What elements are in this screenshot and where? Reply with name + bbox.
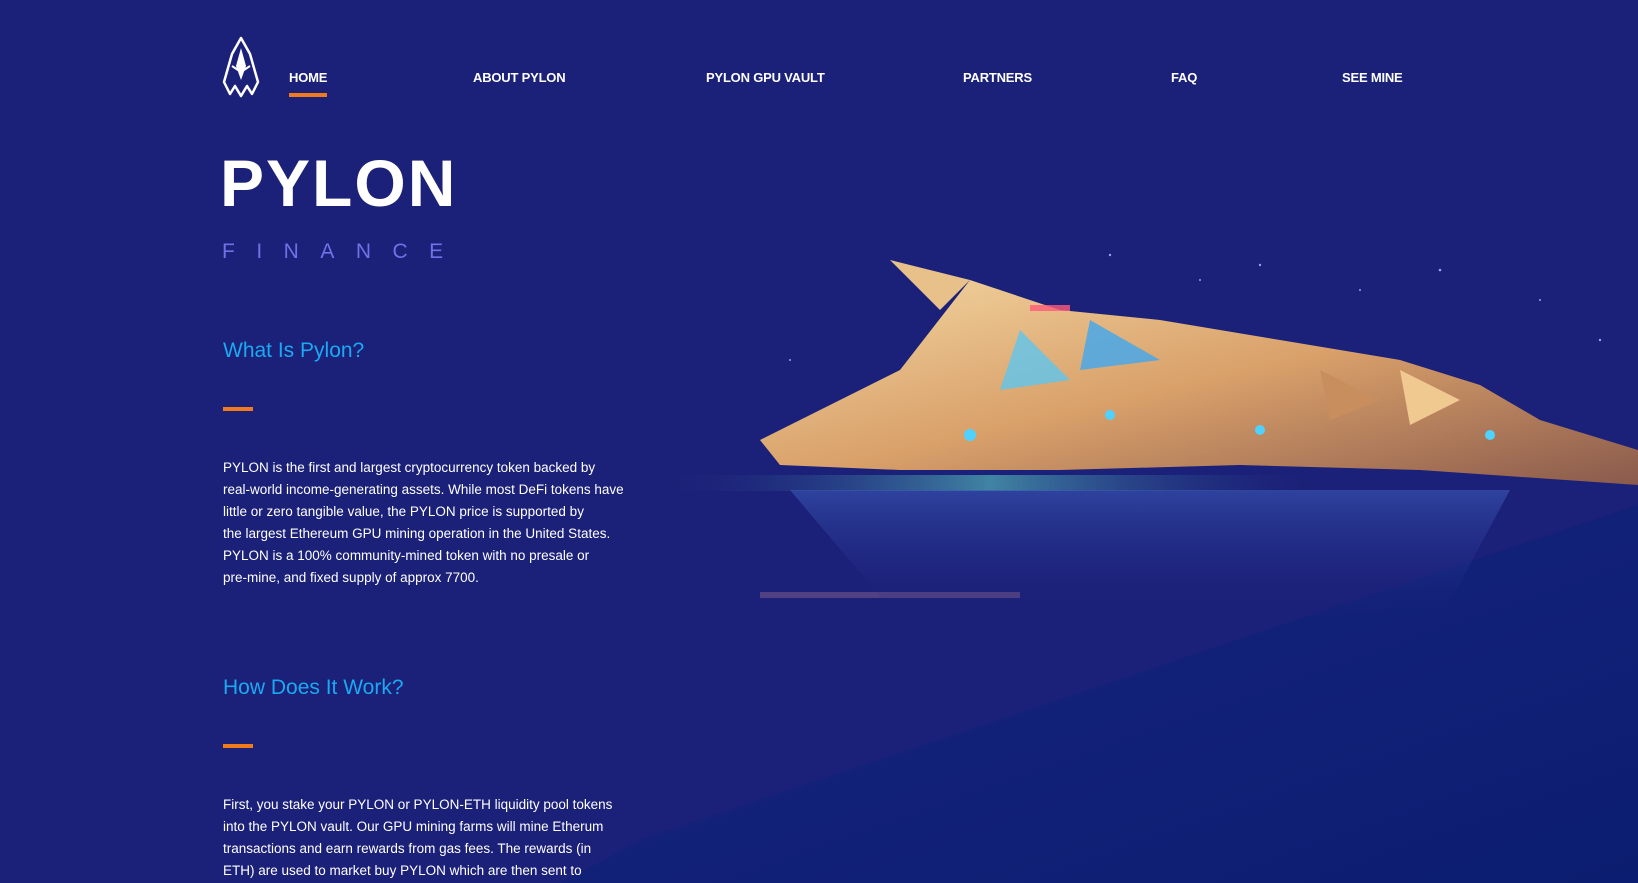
- brand-title: PYLON: [220, 146, 458, 220]
- nav-faq[interactable]: FAQ: [1171, 70, 1197, 85]
- pylon-ship-logo-icon[interactable]: [220, 36, 262, 98]
- nav-pylon-gpu-vault-label: PYLON GPU VAULT: [706, 70, 825, 85]
- section-body-what-is-pylon: PYLON is the first and largest cryptocur…: [223, 460, 624, 585]
- nav-see-mine-label: SEE MINE: [1342, 70, 1403, 85]
- section-title-how-does-it-work: How Does It Work?: [223, 676, 404, 699]
- section-divider: [223, 407, 253, 411]
- main-nav: HOME ABOUT PYLON PYLON GPU VAULT PARTNER…: [289, 70, 1403, 100]
- nav-home[interactable]: HOME: [289, 70, 328, 97]
- brand-subtitle: FINANCE: [222, 240, 465, 263]
- nav-pylon-gpu-vault[interactable]: PYLON GPU VAULT: [706, 70, 825, 85]
- nav-partners-label: PARTNERS: [963, 70, 1032, 85]
- nav-about-pylon[interactable]: ABOUT PYLON: [473, 70, 566, 85]
- nav-about-pylon-label: ABOUT PYLON: [473, 70, 566, 85]
- nav-partners[interactable]: PARTNERS: [963, 70, 1032, 85]
- nav-see-mine[interactable]: SEE MINE: [1342, 70, 1403, 85]
- section-title-what-is-pylon: What Is Pylon?: [223, 339, 365, 362]
- site-header: HOME ABOUT PYLON PYLON GPU VAULT PARTNER…: [0, 0, 1638, 110]
- nav-home-label: HOME: [289, 70, 328, 85]
- spaceship-illustration: [640, 253, 1638, 620]
- section-divider: [223, 744, 253, 748]
- landing-page: HOME ABOUT PYLON PYLON GPU VAULT PARTNER…: [0, 0, 1638, 883]
- section-body-how-does-it-work: First, you stake your PYLON or PYLON-ETH…: [223, 797, 613, 878]
- nav-faq-label: FAQ: [1171, 70, 1198, 85]
